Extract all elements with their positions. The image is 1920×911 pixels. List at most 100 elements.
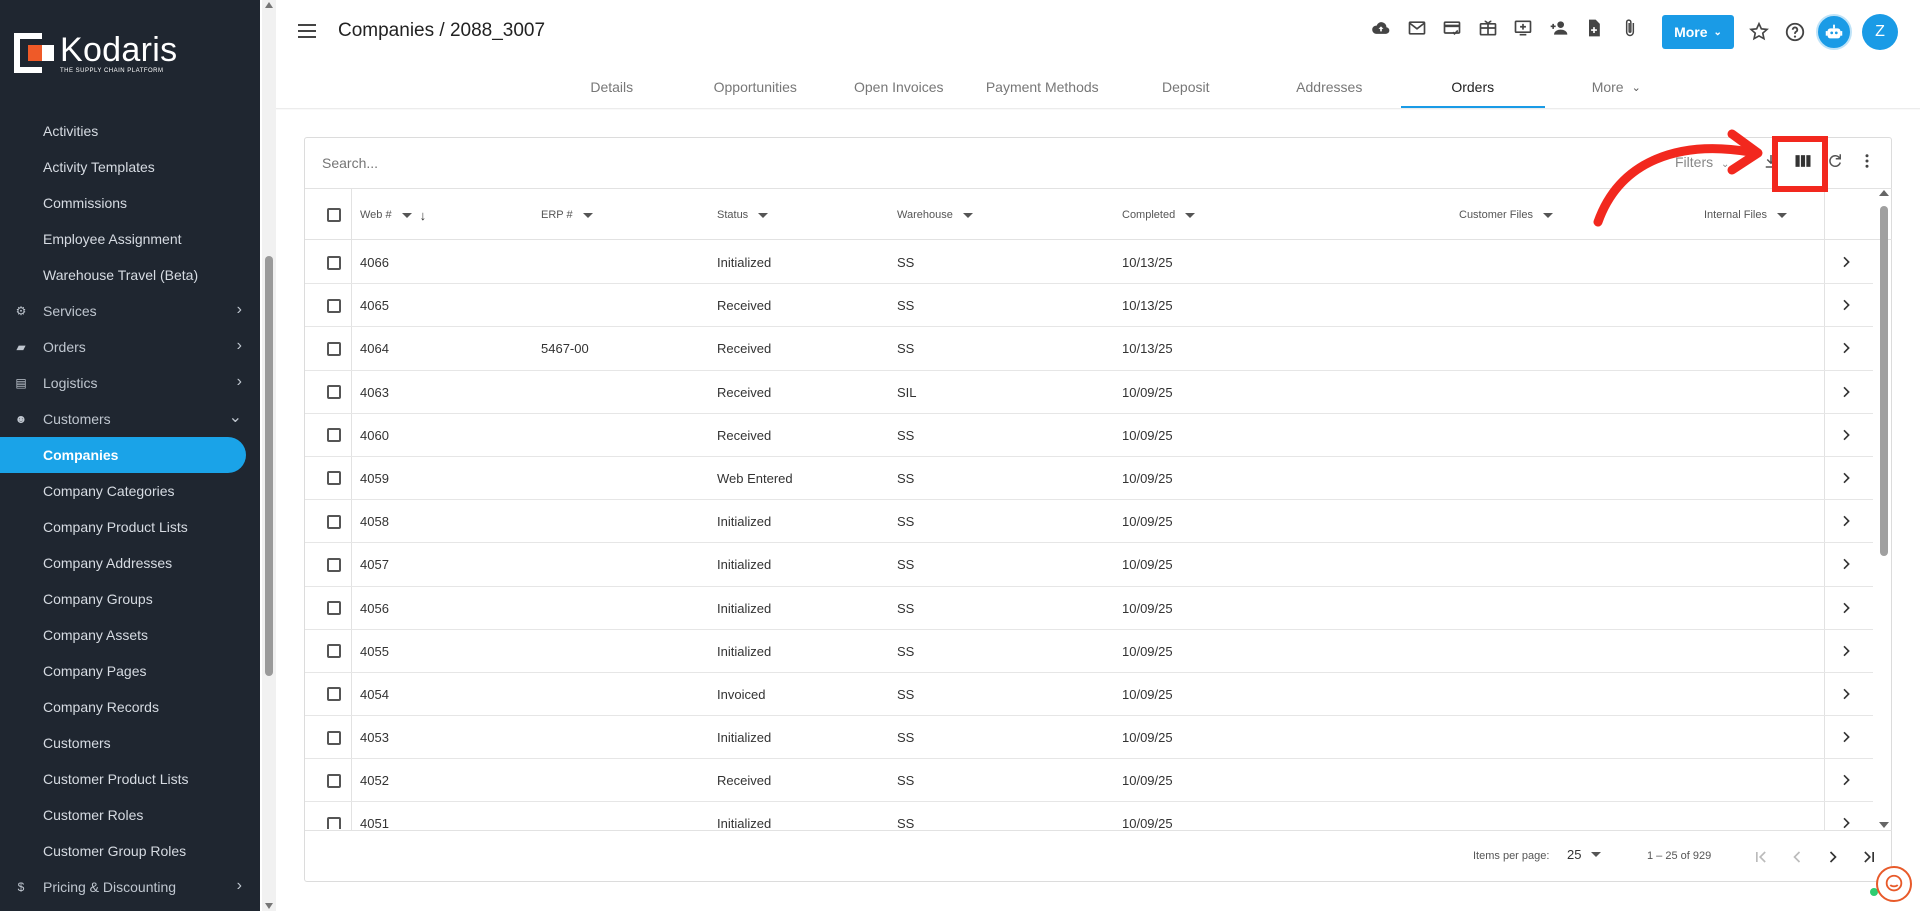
table-row[interactable]: 4055 Initialized SS 10/09/25 (305, 630, 1873, 673)
caret-down-icon[interactable] (962, 212, 973, 218)
caret-down-icon[interactable] (582, 212, 593, 218)
sidebar-item[interactable]: Customer Roles (0, 797, 260, 833)
column-header-customer-files[interactable]: Customer Files (1459, 189, 1553, 241)
caret-down-icon[interactable] (1776, 212, 1787, 218)
table-row[interactable]: 4052 Received SS 10/09/25 (305, 759, 1873, 803)
row-checkbox[interactable] (327, 341, 341, 356)
chevron-right-icon[interactable] (1838, 254, 1854, 270)
table-row[interactable]: 4051 Initialized SS 10/09/25 (305, 802, 1873, 829)
sidebar-item[interactable]: ⚙ Services › (0, 293, 260, 329)
more-button[interactable]: More ⌄ (1662, 15, 1734, 49)
sidebar-item[interactable]: Company Addresses (0, 545, 260, 581)
chevron-right-icon[interactable] (1838, 340, 1854, 356)
sidebar-item[interactable]: Company Categories (0, 473, 260, 509)
first-page-icon[interactable] (1749, 845, 1773, 869)
sidebar-item[interactable]: Warehouse Travel (Beta) (0, 257, 260, 293)
row-checkbox[interactable] (327, 816, 341, 829)
column-header-web[interactable]: Web # ↓ (360, 189, 426, 241)
chevron-right-icon[interactable] (1838, 643, 1854, 659)
search-input[interactable] (322, 155, 922, 171)
help-icon[interactable] (1784, 21, 1806, 43)
assistant-bot-icon[interactable] (1816, 14, 1852, 50)
caret-down-icon[interactable] (758, 212, 769, 218)
credit-card-check-icon[interactable] (1442, 18, 1462, 38)
sidebar-item[interactable]: Company Records (0, 689, 260, 725)
row-checkbox[interactable] (327, 471, 341, 486)
column-header-erp[interactable]: ERP # (541, 189, 593, 241)
menu-icon[interactable] (298, 24, 316, 38)
sidebar-item[interactable]: Company Pages (0, 653, 260, 689)
chevron-right-icon[interactable] (1838, 513, 1854, 529)
tab-deposit[interactable]: Deposit (1114, 66, 1258, 108)
row-checkbox[interactable] (327, 687, 341, 702)
row-checkbox[interactable] (327, 428, 341, 443)
table-scrollbar[interactable] (1878, 188, 1890, 830)
row-checkbox[interactable] (327, 601, 341, 615)
table-row[interactable]: 4065 Received SS 10/13/25 (305, 284, 1873, 328)
tab-opportunities[interactable]: Opportunities (684, 66, 828, 108)
chevron-right-icon[interactable] (1838, 729, 1854, 745)
table-row[interactable]: 4057 Initialized SS 10/09/25 (305, 543, 1873, 587)
tab-orders[interactable]: Orders (1401, 66, 1545, 108)
row-checkbox[interactable] (327, 730, 341, 745)
chevron-right-icon[interactable] (1838, 384, 1854, 400)
mail-icon[interactable] (1407, 18, 1427, 38)
sidebar-item[interactable]: Company Assets (0, 617, 260, 653)
sidebar-item[interactable]: Commissions (0, 185, 260, 221)
tab-payment-methods[interactable]: Payment Methods (971, 66, 1115, 108)
previous-page-icon[interactable] (1785, 845, 1809, 869)
row-checkbox[interactable] (327, 514, 341, 529)
star-icon[interactable] (1748, 21, 1770, 43)
sidebar-item[interactable]: Activity Templates (0, 149, 260, 185)
row-checkbox[interactable] (327, 298, 341, 313)
caret-down-icon[interactable] (401, 212, 412, 218)
chevron-right-icon[interactable] (1838, 297, 1854, 313)
sidebar-item[interactable]: Company Groups (0, 581, 260, 617)
row-checkbox[interactable] (327, 385, 341, 400)
scroll-up-arrow-icon[interactable] (265, 2, 273, 8)
sidebar-scroll-thumb[interactable] (265, 256, 273, 676)
table-row[interactable]: 4066 Initialized SS 10/13/25 (305, 241, 1873, 285)
row-checkbox[interactable] (327, 773, 341, 788)
row-checkbox[interactable] (327, 255, 341, 270)
sidebar-item[interactable]: Customers (0, 725, 260, 761)
sidebar-item[interactable]: Companies (0, 437, 246, 473)
attachment-icon[interactable] (1620, 18, 1640, 38)
more-vert-icon[interactable] (1857, 151, 1877, 171)
table-row[interactable]: 4060 Received SS 10/09/25 (305, 414, 1873, 457)
caret-down-icon[interactable] (1185, 212, 1196, 218)
chevron-right-icon[interactable] (1838, 686, 1854, 702)
chat-widget-icon[interactable] (1876, 866, 1912, 902)
sidebar-item[interactable]: Customer Group Roles (0, 833, 260, 869)
next-page-icon[interactable] (1821, 845, 1845, 869)
table-row[interactable]: 4053 Initialized SS 10/09/25 (305, 716, 1873, 760)
table-row[interactable]: 4058 Initialized SS 10/09/25 (305, 500, 1873, 544)
kodaris-logo[interactable]: Kodaris THE SUPPLY CHAIN PLATFORM (14, 30, 184, 76)
sidebar-scrollbar[interactable] (262, 0, 276, 911)
note-add-icon[interactable] (1584, 18, 1604, 38)
sidebar-item[interactable]: $ Pricing & Discounting › (0, 869, 260, 905)
tab-details[interactable]: Details (540, 66, 684, 108)
chevron-right-icon[interactable] (1838, 470, 1854, 486)
table-scroll-thumb[interactable] (1880, 206, 1888, 556)
last-page-icon[interactable] (1857, 845, 1881, 869)
tab-more[interactable]: More ⌄ (1545, 66, 1689, 108)
row-checkbox[interactable] (327, 644, 341, 659)
sidebar-item[interactable]: ▤ Logistics › (0, 365, 260, 401)
sidebar-item[interactable]: ▰ Orders › (0, 329, 260, 365)
table-row[interactable]: 4054 Invoiced SS 10/09/25 (305, 673, 1873, 717)
table-row[interactable]: 4063 Received SIL 10/09/25 (305, 371, 1873, 414)
user-avatar[interactable]: Z (1862, 14, 1898, 50)
table-row[interactable]: 4064 5467-00 Received SS 10/13/25 (305, 327, 1873, 371)
cloud-upload-icon[interactable] (1371, 18, 1391, 38)
chevron-right-icon[interactable] (1838, 772, 1854, 788)
sidebar-item[interactable]: ☻ Customers ⌄ (0, 401, 260, 437)
select-all-checkbox[interactable] (327, 208, 341, 222)
chevron-right-icon[interactable] (1838, 600, 1854, 616)
tab-open-invoices[interactable]: Open Invoices (827, 66, 971, 108)
sidebar-item[interactable]: Customer Product Lists (0, 761, 260, 797)
refresh-icon[interactable] (1825, 151, 1845, 171)
row-checkbox[interactable] (327, 557, 341, 572)
scroll-down-arrow-icon[interactable] (265, 903, 273, 909)
chevron-right-icon[interactable] (1838, 815, 1854, 829)
